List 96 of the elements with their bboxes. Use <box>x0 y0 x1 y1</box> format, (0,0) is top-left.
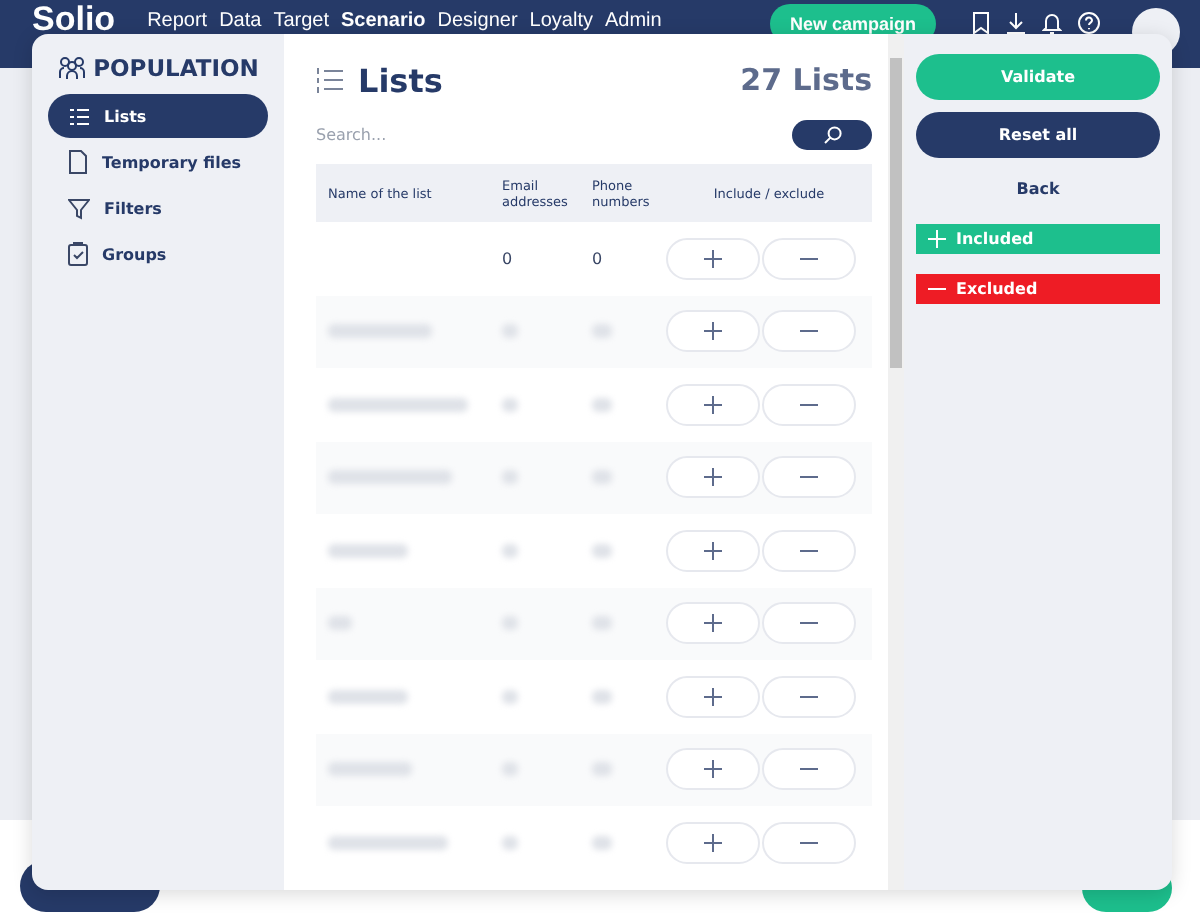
blurred-text <box>502 397 518 412</box>
minus-icon <box>800 330 818 333</box>
blurred-text <box>328 616 352 631</box>
blurred-text <box>328 470 452 485</box>
page-title: Lists <box>358 61 443 99</box>
scrollbar[interactable] <box>888 34 904 890</box>
minus-icon <box>800 549 818 552</box>
help-icon[interactable] <box>1078 12 1100 34</box>
blurred-text <box>502 689 518 704</box>
blurred-text <box>328 762 412 777</box>
blurred-text <box>328 543 408 558</box>
blurred-text <box>592 397 612 412</box>
nav-link[interactable]: Data <box>219 4 262 36</box>
exclude-button[interactable] <box>762 310 856 353</box>
blurred-text <box>592 543 612 558</box>
list-icon <box>68 105 90 127</box>
sidebar-item[interactable]: Groups <box>48 232 268 276</box>
plus-icon <box>704 833 722 852</box>
include-button[interactable] <box>666 383 760 426</box>
blurred-text <box>502 762 518 777</box>
nav-link[interactable]: Loyalty <box>529 4 593 36</box>
exclude-button[interactable] <box>762 383 856 426</box>
nav-link[interactable]: Scenario <box>341 4 426 36</box>
blurred-text <box>502 616 518 631</box>
blurred-text <box>592 689 612 704</box>
minus-icon <box>800 622 818 625</box>
search-icon <box>823 126 841 144</box>
blurred-text <box>502 470 518 485</box>
nav-link[interactable]: Designer <box>437 4 518 36</box>
include-button[interactable] <box>666 821 760 864</box>
exclude-button[interactable] <box>762 237 856 280</box>
download-icon[interactable] <box>1006 12 1026 34</box>
legend-item: Included <box>916 224 1160 254</box>
include-button[interactable] <box>666 602 760 645</box>
people-icon <box>57 56 86 80</box>
sidebar-item[interactable]: Filters <box>48 186 268 230</box>
nav-link[interactable]: Report <box>147 4 208 36</box>
sidebar-item[interactable]: Lists <box>48 94 268 138</box>
minus-icon <box>800 695 818 698</box>
blurred-text <box>328 835 448 850</box>
sidebar-item[interactable]: Temporary files <box>48 140 268 184</box>
search-button[interactable] <box>792 120 872 150</box>
exclude-button[interactable] <box>762 748 856 791</box>
nav-link[interactable]: Target <box>273 4 329 36</box>
plus-icon <box>704 760 722 779</box>
plus-icon <box>704 249 722 268</box>
blurred-text <box>592 324 612 339</box>
include-button[interactable] <box>666 529 760 572</box>
list-icon <box>316 66 344 94</box>
exclude-button[interactable] <box>762 529 856 572</box>
plus-icon <box>928 230 946 248</box>
app-logo[interactable]: Solio <box>32 4 116 36</box>
include-button[interactable] <box>666 456 760 499</box>
exclude-button[interactable] <box>762 602 856 645</box>
blurred-text <box>502 835 518 850</box>
table-cell-text: 0 <box>500 249 515 268</box>
blurred-text <box>502 543 518 558</box>
exclude-button[interactable] <box>762 821 856 864</box>
minus-icon <box>800 841 818 844</box>
document-icon <box>68 150 88 174</box>
blurred-text <box>328 324 432 339</box>
reset-button[interactable]: Reset all <box>916 112 1160 158</box>
minus-icon <box>800 257 818 260</box>
plus-icon <box>704 614 722 633</box>
plus-icon <box>704 322 722 341</box>
plus-icon <box>704 541 722 560</box>
include-button[interactable] <box>666 310 760 353</box>
plus-icon <box>704 468 722 487</box>
include-button[interactable] <box>666 237 760 280</box>
nav-link[interactable]: Admin <box>604 4 662 36</box>
exclude-button[interactable] <box>762 456 856 499</box>
blurred-text <box>592 835 612 850</box>
blurred-text <box>592 616 612 631</box>
plus-icon <box>704 687 722 706</box>
filter-icon <box>68 197 90 219</box>
include-button[interactable] <box>666 748 760 791</box>
blurred-text <box>328 689 408 704</box>
section-title: POPULATION <box>93 54 259 82</box>
bookmark-icon[interactable] <box>972 12 990 34</box>
include-button[interactable] <box>666 675 760 718</box>
blurred-text <box>502 324 518 339</box>
list-count: 27 Lists <box>740 62 872 98</box>
minus-icon <box>800 403 818 406</box>
bell-icon[interactable] <box>1042 12 1062 34</box>
minus-icon <box>928 288 946 290</box>
exclude-button[interactable] <box>762 675 856 718</box>
plus-icon <box>704 395 722 414</box>
blurred-text <box>328 397 468 412</box>
blurred-text <box>592 470 612 485</box>
minus-icon <box>800 768 818 771</box>
minus-icon <box>800 476 818 479</box>
table-cell-text: 0 <box>590 249 605 268</box>
checklist-icon <box>68 242 88 266</box>
blurred-text <box>592 762 612 777</box>
back-link[interactable]: Back <box>1004 178 1072 200</box>
legend-item: Excluded <box>916 274 1160 304</box>
